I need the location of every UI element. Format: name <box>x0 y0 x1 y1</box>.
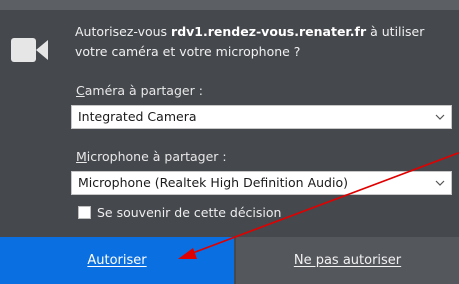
camera-select[interactable]: Integrated Camera <box>71 105 452 129</box>
remember-label: Se souvenir de cette décision <box>97 204 282 220</box>
camera-select-value: Integrated Camera <box>78 109 197 124</box>
camera-label: Caméra à partager : <box>76 83 203 98</box>
camera-label-text: améra à partager : <box>84 83 203 98</box>
microphone-label-mnemonic: M <box>76 149 87 164</box>
permission-message: Autorisez-vous rdv1.rendez-vous.renater.… <box>75 22 453 62</box>
site-domain: rdv1.rendez-vous.renater.fr <box>171 24 367 39</box>
remember-checkbox[interactable] <box>78 205 91 219</box>
camera-icon <box>11 38 48 62</box>
message-suffix: à utiliser <box>366 24 425 39</box>
top-strip <box>0 0 459 10</box>
microphone-select-value: Microphone (Realtek High Definition Audi… <box>78 175 348 190</box>
message-prefix: Autorisez-vous <box>75 24 172 39</box>
permission-doorhanger: Autorisez-vous rdv1.rendez-vous.renater.… <box>0 10 459 284</box>
microphone-label: Microphone à partager : <box>76 149 227 164</box>
deny-button[interactable]: Ne pas autoriser <box>236 237 459 284</box>
chevron-down-icon <box>435 114 445 120</box>
remember-decision[interactable]: Se souvenir de cette décision <box>78 202 281 222</box>
chevron-down-icon <box>435 180 445 186</box>
allow-button[interactable]: Autoriser <box>0 237 234 284</box>
camera-label-mnemonic: C <box>76 83 85 98</box>
microphone-select[interactable]: Microphone (Realtek High Definition Audi… <box>71 171 452 195</box>
microphone-label-text: icrophone à partager : <box>86 149 227 164</box>
message-line2: votre caméra et votre microphone ? <box>75 44 301 59</box>
